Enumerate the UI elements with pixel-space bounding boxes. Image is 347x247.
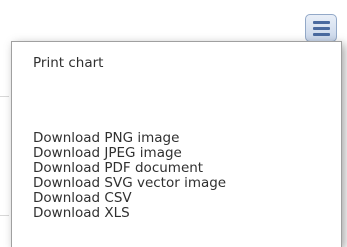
chart-area: Print chart Download PNG image Download … bbox=[0, 0, 347, 247]
chart-tick bbox=[0, 215, 9, 216]
menu-item-download-png[interactable]: Download PNG image bbox=[33, 131, 179, 146]
menu-item-download-xls[interactable]: Download XLS bbox=[33, 206, 130, 221]
menu-item-download-svg[interactable]: Download SVG vector image bbox=[33, 176, 226, 191]
chart-tick bbox=[0, 96, 9, 97]
menu-icon bbox=[313, 21, 330, 36]
menu-item-download-pdf[interactable]: Download PDF document bbox=[33, 161, 203, 176]
menu-item-download-jpeg[interactable]: Download JPEG image bbox=[33, 146, 182, 161]
menu-item-print-chart[interactable]: Print chart bbox=[33, 56, 103, 71]
menu-item-download-csv[interactable]: Download CSV bbox=[33, 191, 132, 206]
export-menu-button[interactable] bbox=[305, 14, 337, 42]
export-context-menu: Print chart Download PNG image Download … bbox=[11, 41, 342, 247]
